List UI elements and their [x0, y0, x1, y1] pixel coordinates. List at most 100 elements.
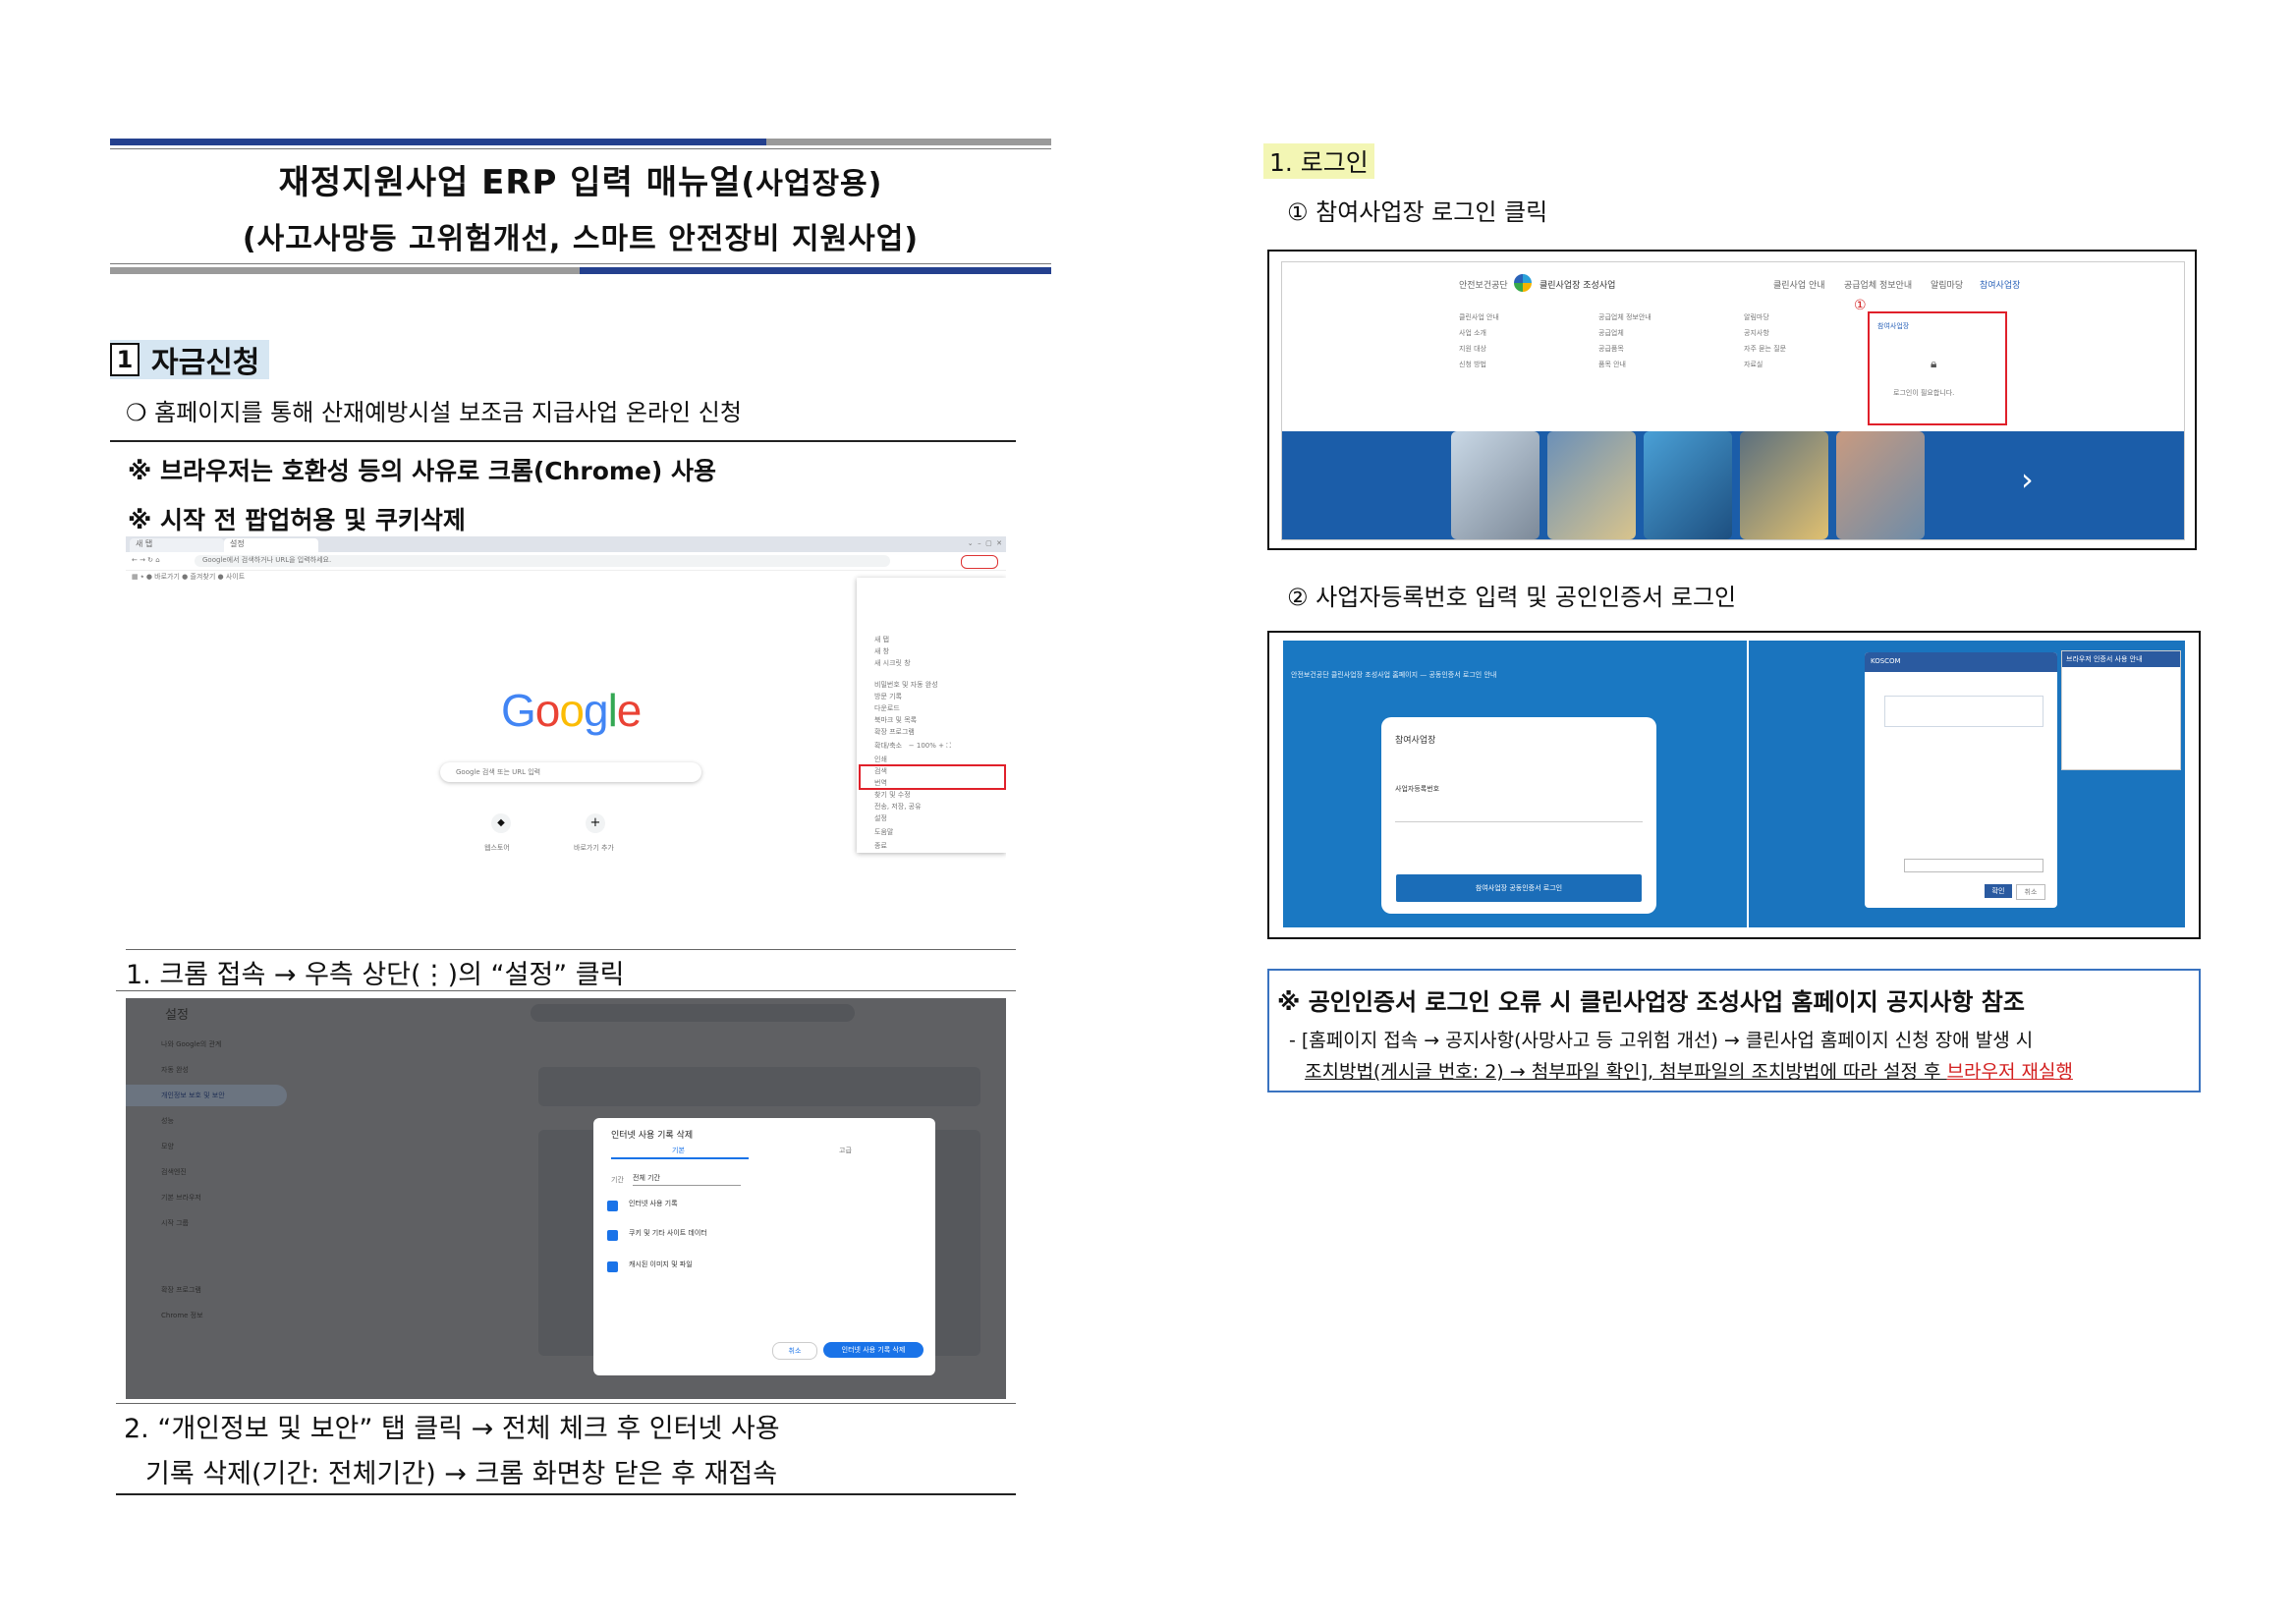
chrome-tab-2[interactable]: 설정	[224, 538, 318, 552]
title-bottom-bar-gray	[110, 267, 580, 274]
settings-search[interactable]	[531, 1004, 855, 1022]
title-top-bar-navy	[110, 139, 766, 145]
homepage-screenshot-frame: 안전보건공단 클린사업장 조성사업 클린사업 안내 공급업체 정보안내 알림마당…	[1267, 250, 2197, 550]
sidebar-item-privacy-label: 개인정보 보호 및 보안	[161, 1092, 225, 1099]
sidebar-item[interactable]: 모양	[161, 1142, 174, 1151]
cert-dialog-shot: KOSCOM 확인 취소 브라우저 인증서 사용 안내	[1749, 641, 2185, 927]
nav-buttons[interactable]: ← → ↻ ⌂	[132, 556, 160, 564]
chrome-menu: 새 탭 새 창 새 시크릿 창 비밀번호 및 자동 완성 방문 기록 다운로드 …	[857, 578, 1006, 853]
menu-item[interactable]: 다운로드	[874, 703, 900, 713]
sidebar-item[interactable]: Chrome 정보	[161, 1311, 203, 1320]
menu-col: 공급업체 정보안내 공급업체 공급품목 품목 안내	[1598, 313, 1651, 368]
dialog-cancel-button[interactable]: 취소	[772, 1342, 817, 1360]
hero-next-arrow[interactable]: ›	[2021, 461, 2034, 498]
menu-zoom[interactable]: 확대/축소 − 100% + ⛶	[874, 741, 951, 751]
menu-col: 클린사업 안내 사업 소개 지원 대상 신청 방법	[1459, 313, 1499, 368]
option-checkbox[interactable]	[607, 1201, 618, 1211]
add-shortcut-label: 바로가기 추가	[574, 844, 614, 852]
dialog-confirm-button[interactable]: 인터넷 사용 기록 삭제	[823, 1342, 924, 1358]
cert-window-header: KOSCOM	[1865, 652, 2057, 672]
login-page-notice: 안전보건공단 클린사업장 조성사업 홈페이지 — 공동인증서 로그인 안내	[1291, 671, 1497, 679]
step2-caption-line1: 2. “개인정보 및 보안” 탭 클릭 → 전체 체크 후 인터넷 사용	[124, 1414, 780, 1444]
menu-item[interactable]: 새 창	[874, 646, 889, 656]
settings-highlight-box	[859, 764, 1006, 790]
chrome-tab-strip: 새 탭 설정 ⌄ – ▢ ✕	[126, 536, 1006, 552]
site-logo-text: 안전보건공단	[1459, 281, 1508, 291]
browser-cert-guide: 브라우저 인증서 사용 안내	[2061, 650, 2181, 770]
option-checkbox[interactable]	[607, 1230, 618, 1241]
chrome-tab-1[interactable]: 새 탭	[130, 538, 224, 552]
option-checkbox[interactable]	[607, 1261, 618, 1272]
dialog-title: 인터넷 사용 기록 삭제	[611, 1131, 694, 1141]
dialog-tab-advanced[interactable]: 고급	[839, 1146, 852, 1155]
zoom-value: 100%	[916, 742, 936, 750]
cert-type-icons	[1884, 696, 2043, 727]
menu-item[interactable]: 북마크 및 목록	[874, 715, 917, 725]
step1-top-line	[126, 949, 1016, 950]
menu-item[interactable]: 비밀번호 및 자동 완성	[874, 680, 938, 690]
notice-line2: 조치방법(게시글 번호: 2) → 첨부파일 확인], 첨부파일의 조치방법에 …	[1305, 1057, 2073, 1084]
option-label: 인터넷 사용 기록	[629, 1200, 678, 1207]
google-logo: Google	[501, 685, 642, 736]
period-label: 기간	[611, 1176, 624, 1184]
menu-item[interactable]: 새 탭	[874, 635, 889, 644]
sidebar-item[interactable]: 성능	[161, 1116, 174, 1126]
cert-guide-title: 브라우저 인증서 사용 안내	[2062, 651, 2180, 667]
business-number-input[interactable]	[1395, 802, 1643, 822]
profile-chip[interactable]	[961, 555, 998, 569]
cert-login-button[interactable]: 참여사업장 공동인증서 로그인	[1396, 874, 1642, 902]
clear-data-dialog: 인터넷 사용 기록 삭제 기본 고급 기간 전체 기간 인터넷 사용 기록 쿠키…	[593, 1118, 935, 1375]
doc-title-main: 재정지원사업 ERP 입력 매뉴얼	[278, 163, 742, 202]
notice-highlight: 브라우저 재실행	[1946, 1061, 2073, 1083]
menu-item[interactable]: 확장 프로그램	[874, 727, 915, 737]
option-label: 쿠키 및 기타 사이트 데이터	[629, 1229, 707, 1237]
section-title: 자금신청	[151, 346, 260, 380]
login-heading: 1. 로그인	[1263, 143, 1374, 179]
menu-item-settings[interactable]: 설정	[874, 813, 887, 823]
nav-item-participant[interactable]: 참여사업장	[1980, 278, 2020, 291]
shortcut-webstore-label: 웹스토어	[484, 844, 510, 852]
hero-banner: ›	[1282, 431, 2184, 539]
dialog-tab-underline	[611, 1157, 749, 1159]
menu-col: 알림마당 공지사항 자주 묻는 질문 자료실	[1744, 313, 1787, 368]
doc-title-suffix: (사업장용)	[741, 167, 883, 201]
menu-item[interactable]: 도움말	[874, 827, 893, 837]
sidebar-item[interactable]: 확장 프로그램	[161, 1285, 201, 1295]
sidebar-item[interactable]: 나와 Google의 관계	[161, 1039, 221, 1049]
sidebar-item[interactable]: 기본 브라우저	[161, 1193, 201, 1203]
menu-item[interactable]: 종료	[874, 841, 887, 851]
title-bottom-bar-navy	[580, 267, 1051, 274]
window-controls[interactable]: ⌄ – ▢ ✕	[968, 539, 1002, 547]
sidebar-item[interactable]: 시작 그룹	[161, 1218, 189, 1228]
cert-window: KOSCOM 확인 취소	[1865, 652, 2057, 908]
menu-item[interactable]: 전송, 저장, 공유	[874, 802, 922, 812]
shortcut-webstore[interactable]: ◆	[491, 813, 511, 833]
sidebar-item[interactable]: 검색엔진	[161, 1167, 187, 1177]
participant-login-panel[interactable]: 참여사업장 🔒︎ 로그인이 필요합니다.	[1868, 311, 2007, 425]
nav-item[interactable]: 알림마당	[1931, 278, 1963, 291]
cert-password-input[interactable]	[1904, 859, 2043, 872]
add-shortcut-icon[interactable]: +	[586, 813, 605, 833]
cert-cancel-button[interactable]: 취소	[2016, 884, 2045, 900]
hero-photo	[1740, 431, 1828, 539]
menu-item[interactable]: 새 시크릿 창	[874, 658, 911, 668]
doc-title-line2: (사고사망등 고위험개선, 스마트 안전장비 지원사업)	[242, 222, 920, 256]
login-form-card: 참여사업장 사업자등록번호 참여사업장 공동인증서 로그인	[1381, 717, 1656, 914]
cert-confirm-button[interactable]: 확인	[1985, 884, 2012, 898]
login-step1: ① 참여사업장 로그인 클릭	[1287, 198, 1548, 226]
lock-icon: 🔒︎	[1931, 357, 1937, 370]
dialog-tab-basic[interactable]: 기본	[672, 1146, 685, 1155]
google-search-box[interactable]: Google 검색 또는 URL 입력	[440, 762, 701, 782]
period-select[interactable]: 전체 기간	[633, 1173, 741, 1186]
bookmarks[interactable]: ▦ ⭑ ● 바로가기 ● 즐겨찾기 ● 사이트	[132, 572, 245, 582]
nav-item[interactable]: 공급업체 정보안내	[1844, 278, 1912, 291]
sidebar-item[interactable]: 자동 완성	[161, 1065, 189, 1075]
address-bar[interactable]: Google에서 검색하거나 URL을 입력하세요.	[195, 555, 890, 567]
site-logo-icon	[1514, 274, 1532, 292]
login-panel-text: 로그인이 필요합니다.	[1893, 389, 1955, 397]
menu-item[interactable]: 방문 기록	[874, 692, 902, 701]
menu-item[interactable]: 찾기 및 수정	[874, 790, 911, 800]
nav-item[interactable]: 클린사업 안내	[1773, 278, 1825, 291]
menu-item[interactable]: 인쇄	[874, 755, 887, 764]
form-title: 참여사업장	[1395, 736, 1436, 746]
